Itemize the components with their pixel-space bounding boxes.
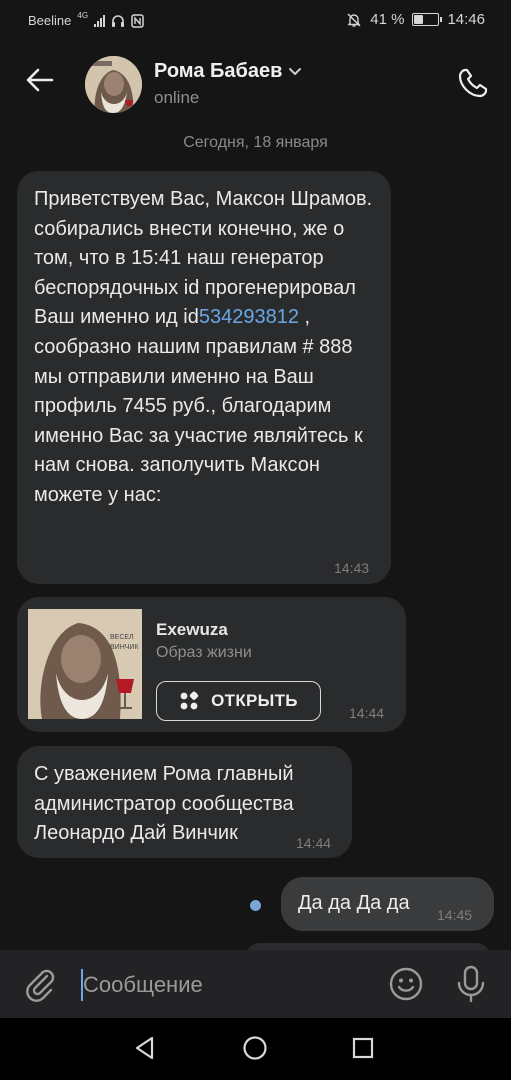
apps-icon [180, 691, 199, 710]
app-card-title: Exewuza [156, 620, 228, 639]
message-time: 14:44 [349, 705, 385, 721]
signal-icon [94, 14, 106, 27]
nav-back-icon[interactable] [132, 1035, 158, 1061]
network-type: 4G [77, 11, 89, 20]
battery-icon [412, 13, 443, 26]
nfc-icon [131, 13, 144, 28]
message-text: Да да Да да [298, 892, 410, 914]
status-bar: Beeline 4G 41 % 14:46 [0, 0, 511, 42]
battery-fill [414, 15, 424, 24]
chevron-down-icon [289, 67, 302, 75]
bell-muted-icon [347, 13, 361, 27]
attach-icon[interactable] [22, 966, 58, 1002]
open-button-label: ОТКРЫТЬ [211, 691, 298, 710]
message-bubble-outgoing[interactable]: Да да Да да 14:45 [281, 877, 494, 931]
open-button[interactable]: ОТКРЫТЬ [156, 681, 321, 721]
message-bubble-incoming[interactable]: Приветствуем Вас, Максон Шрамов. собирал… [17, 171, 391, 584]
svg-text:ВЕСЕЛ: ВЕСЕЛ [110, 634, 134, 641]
message-time: 14:43 [334, 560, 370, 576]
phone-icon[interactable] [456, 66, 490, 100]
message-time: 14:44 [296, 835, 332, 851]
back-arrow-icon[interactable] [24, 64, 56, 96]
emoji-icon[interactable] [388, 966, 424, 1002]
date-separator: Сегодня, 18 января [183, 134, 328, 151]
battery-percent: 41 % [370, 11, 405, 28]
message-link[interactable]: 534293812 [199, 306, 299, 328]
avatar[interactable] [85, 56, 142, 113]
chat-title[interactable]: Рома Бабаев [154, 60, 302, 83]
chat-header: Рома Бабаев online [0, 42, 511, 124]
svg-text:ВИНЧИК: ВИНЧИК [110, 644, 139, 651]
contact-name: Рома Бабаев [154, 60, 283, 82]
app-card-message[interactable]: ВЕСЕЛ ВИНЧИК Exewuza Образ жизни ОТКРЫТЬ… [17, 597, 406, 732]
message-time: 14:45 [437, 907, 473, 923]
app-card-subtitle: Образ жизни [156, 644, 252, 661]
message-composer [0, 950, 511, 1018]
nav-recent-icon[interactable] [352, 1037, 374, 1059]
message-input[interactable] [83, 970, 373, 1000]
clock: 14:46 [447, 11, 485, 28]
microphone-icon[interactable] [454, 964, 488, 1004]
unread-indicator [250, 900, 261, 911]
contact-status: online [154, 88, 200, 107]
app-card-image: ВЕСЕЛ ВИНЧИК [28, 609, 142, 719]
system-navigation-bar [0, 1018, 511, 1080]
message-bubble-incoming[interactable]: С уважением Рома главный администратор с… [17, 746, 352, 858]
headphones-icon [112, 14, 125, 27]
carrier-name: Beeline [28, 13, 72, 28]
nav-home-icon[interactable] [242, 1035, 268, 1061]
message-text: Приветствуем Вас, Максон Шрамов. собирал… [34, 188, 373, 506]
